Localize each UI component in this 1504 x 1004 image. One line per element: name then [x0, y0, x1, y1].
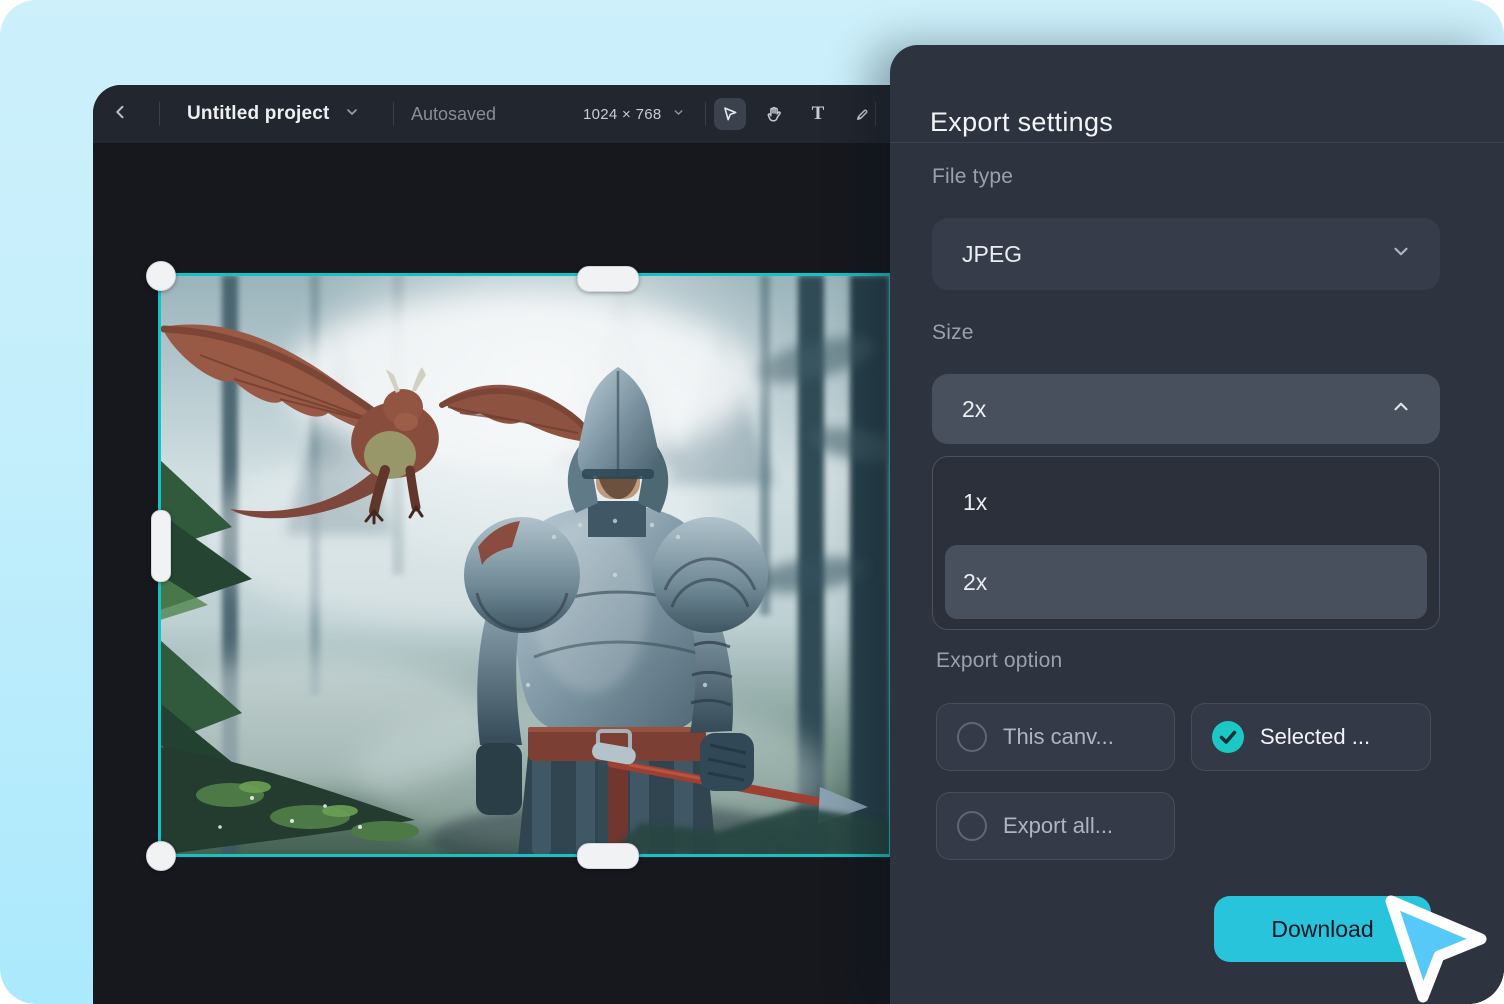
check-circle-icon — [1212, 721, 1244, 753]
chevron-left-icon — [112, 103, 130, 126]
app-screenshot: Untitled project Autosaved 1024 × 768 — [0, 0, 1504, 1004]
chevron-down-icon — [1390, 241, 1412, 268]
selected-image[interactable] — [160, 275, 890, 855]
project-name-menu[interactable]: Untitled project — [187, 85, 360, 143]
chevron-up-icon — [1390, 396, 1412, 423]
panel-title: Export settings — [930, 107, 1113, 138]
size-select[interactable]: 2x — [932, 374, 1440, 444]
file-type-value: JPEG — [962, 241, 1022, 268]
pen-icon — [853, 105, 872, 124]
hand-icon — [765, 105, 784, 124]
size-option-1x[interactable]: 1x — [945, 465, 1427, 539]
cursor-icon — [721, 105, 740, 124]
export-option-selected[interactable]: Selected ... — [1191, 703, 1431, 771]
size-label: Size — [932, 321, 974, 345]
toolbar-separator — [875, 102, 876, 126]
size-dropdown-menu: 1x 2x — [932, 456, 1440, 630]
autosave-status: Autosaved — [411, 85, 496, 143]
back-button[interactable] — [101, 85, 141, 143]
export-option-this-canvas[interactable]: This canv... — [936, 703, 1175, 771]
file-type-select[interactable]: JPEG — [932, 218, 1440, 290]
text-tool-button[interactable]: T — [802, 98, 834, 130]
chevron-down-icon — [344, 104, 360, 125]
toolbar-separator — [393, 102, 394, 126]
file-type-label: File type — [932, 165, 1013, 189]
select-tool-button[interactable] — [714, 98, 746, 130]
size-value: 2x — [962, 396, 986, 423]
selection-handle-left-middle[interactable] — [151, 510, 171, 582]
panel-divider — [890, 142, 1504, 143]
download-button[interactable]: Download — [1214, 896, 1431, 962]
selection-handle-top-left[interactable] — [146, 261, 176, 291]
canvas-size-dropdown[interactable]: 1024 × 768 — [583, 85, 685, 143]
radio-unselected-icon — [957, 722, 987, 752]
size-option-2x[interactable]: 2x — [945, 545, 1427, 619]
knight-dragon-photo — [160, 275, 890, 855]
export-option-label: Export option — [936, 649, 1062, 673]
canvas-size-value: 1024 × 768 — [583, 106, 662, 123]
selection-handle-bottom-center[interactable] — [577, 843, 639, 869]
toolbar-separator — [159, 102, 160, 126]
hand-tool-button[interactable] — [758, 98, 790, 130]
tool-group: T — [714, 85, 878, 143]
selection-handle-bottom-left[interactable] — [146, 841, 176, 871]
export-option-export-all[interactable]: Export all... — [936, 792, 1175, 860]
toolbar-separator — [705, 102, 706, 126]
export-settings-panel: Export settings File type JPEG Size 2x 1… — [890, 45, 1504, 1004]
text-icon: T — [812, 103, 825, 125]
pen-tool-button[interactable] — [846, 98, 878, 130]
project-title: Untitled project — [187, 103, 330, 125]
selection-handle-top-center[interactable] — [577, 266, 639, 292]
chevron-down-icon — [672, 106, 685, 123]
radio-unselected-icon — [957, 811, 987, 841]
